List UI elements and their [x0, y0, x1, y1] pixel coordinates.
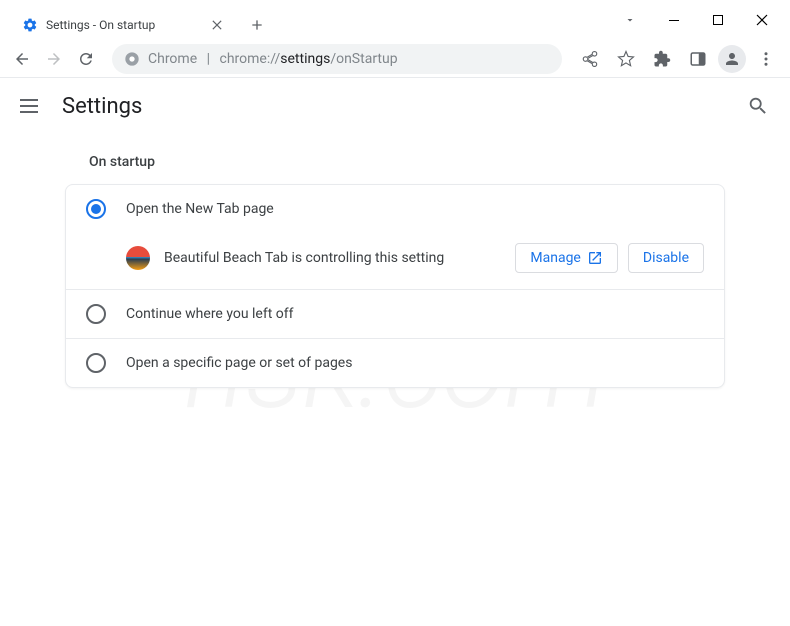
manage-extension-button[interactable]: Manage [515, 243, 617, 273]
menu-button[interactable] [750, 43, 782, 75]
back-button[interactable] [8, 45, 36, 73]
sidepanel-button[interactable] [682, 43, 714, 75]
bookmark-button[interactable] [610, 43, 642, 75]
share-button[interactable] [574, 43, 606, 75]
extensions-button[interactable] [646, 43, 678, 75]
section-heading: On startup [85, 154, 725, 184]
option-open-new-tab[interactable]: Open the New Tab page [66, 185, 724, 233]
radio-label: Continue where you left off [126, 306, 294, 322]
window-dropdown-button[interactable] [608, 6, 652, 34]
window-minimize-button[interactable] [652, 6, 696, 34]
page-title: Settings [62, 94, 142, 119]
tab-title: Settings - On startup [46, 18, 201, 32]
radio-unselected-icon [86, 353, 106, 373]
profile-avatar-button[interactable] [718, 45, 746, 73]
reload-button[interactable] [72, 45, 100, 73]
radio-label: Open a specific page or set of pages [126, 355, 352, 371]
new-tab-button[interactable] [243, 11, 271, 39]
forward-button[interactable] [40, 45, 68, 73]
chrome-icon [124, 51, 140, 67]
window-maximize-button[interactable] [696, 6, 740, 34]
extension-app-icon [126, 246, 150, 270]
browser-tab[interactable]: Settings - On startup [10, 8, 235, 42]
settings-gear-icon [22, 17, 38, 33]
startup-options-card: Open the New Tab page Beautiful Beach Ta… [65, 184, 725, 388]
radio-selected-icon [86, 199, 106, 219]
search-button[interactable] [746, 94, 770, 118]
radio-label: Open the New Tab page [126, 201, 274, 217]
option-continue[interactable]: Continue where you left off [66, 290, 724, 338]
window-close-button[interactable] [740, 6, 784, 34]
omnibox-text: Chrome | chrome://settings/onStartup [148, 51, 550, 67]
extension-notice: Beautiful Beach Tab is controlling this … [66, 233, 724, 289]
hamburger-menu-button[interactable] [20, 94, 44, 118]
disable-extension-button[interactable]: Disable [628, 243, 704, 273]
tab-close-button[interactable] [209, 17, 225, 33]
external-link-icon [587, 250, 603, 266]
address-bar[interactable]: Chrome | chrome://settings/onStartup [112, 44, 562, 74]
radio-unselected-icon [86, 304, 106, 324]
option-specific-page[interactable]: Open a specific page or set of pages [66, 339, 724, 387]
extension-notice-text: Beautiful Beach Tab is controlling this … [164, 250, 501, 266]
